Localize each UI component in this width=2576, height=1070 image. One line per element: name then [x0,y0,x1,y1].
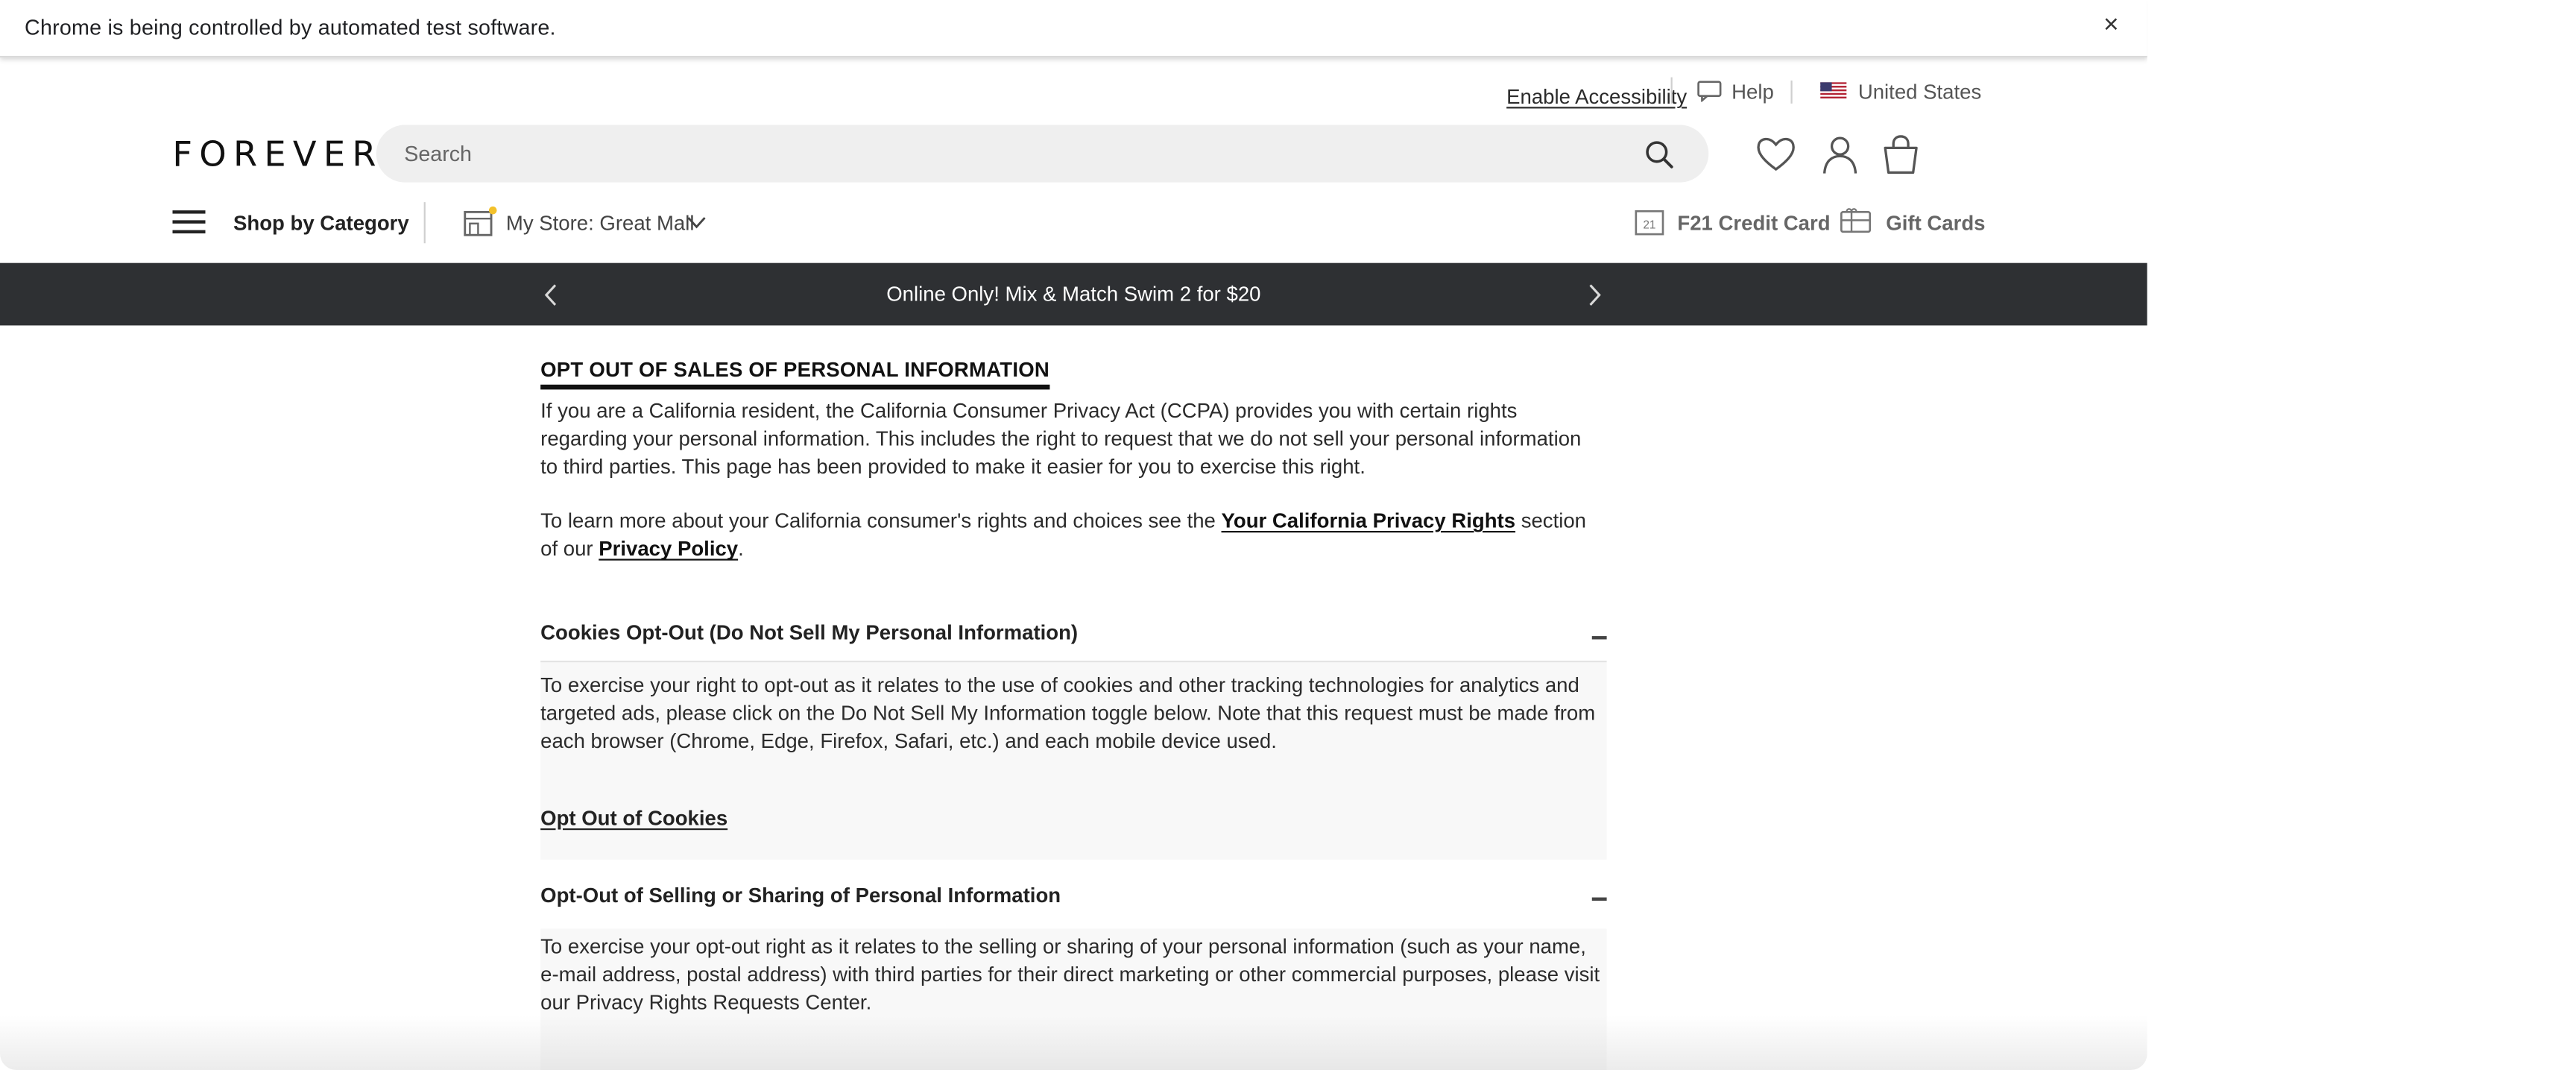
divider [423,202,426,244]
search-bar[interactable] [376,125,1709,183]
search-icon[interactable] [1644,139,1674,169]
svg-text:21: 21 [1643,218,1655,231]
search-input[interactable] [404,138,1620,170]
collapse-icon[interactable] [1591,897,1607,901]
shopping-bag-icon[interactable] [1879,133,1922,176]
divider [1790,81,1793,104]
chevron-right-icon[interactable] [1587,283,1603,307]
privacy-policy-link[interactable]: Privacy Policy [599,538,738,561]
automation-infobar: Chrome is being controlled by automated … [0,0,2147,58]
chat-bubble-icon[interactable] [1697,81,1722,102]
hamburger-menu-icon[interactable] [172,209,206,235]
page-title: OPT OUT OF SALES OF PERSONAL INFORMATION [540,359,1049,390]
us-flag-icon[interactable] [1820,82,1847,101]
divider [1670,77,1673,104]
infobar-close-button[interactable]: × [2100,10,2123,43]
my-store-selector[interactable]: My Store: Great Mall [506,212,695,235]
user-icon[interactable] [1819,133,1861,176]
chevron-down-icon[interactable] [686,215,706,230]
enable-accessibility-link[interactable]: Enable Accessibility [1506,86,1687,109]
gift-cards-link[interactable]: Gift Cards [1886,212,1985,235]
learn-more-text: To learn more about your California cons… [540,509,1222,533]
sell-share-optout-body: To exercise your opt-out right as it rel… [540,935,1600,1015]
help-link[interactable]: Help [1731,81,1774,104]
country-selector[interactable]: United States [1858,81,1981,104]
browser-viewport: Chrome is being controlled by automated … [0,0,2147,1070]
california-privacy-rights-link[interactable]: Your California Privacy Rights [1222,509,1515,532]
learn-more-paragraph: To learn more about your California cons… [540,508,1600,564]
shop-by-category-button[interactable]: Shop by Category [233,212,409,235]
intro-paragraph: If you are a California resident, the Ca… [540,399,1582,479]
opt-out-of-cookies-link[interactable]: Opt Out of Cookies [540,807,727,830]
credit-card-icon[interactable]: 21 [1635,209,1664,236]
sell-share-optout-accordion-header[interactable]: Opt-Out of Selling or Sharing of Persona… [540,884,1606,907]
page: Chrome is being controlled by automated … [0,0,2576,1070]
learn-more-text: . [738,538,744,561]
collapse-icon[interactable] [1591,636,1607,640]
automation-message: Chrome is being controlled by automated … [25,14,556,40]
promo-message[interactable]: Online Only! Mix & Match Swim 2 for $20 [0,283,2147,306]
f21-credit-card-link[interactable]: F21 Credit Card [1677,212,1830,235]
cookies-optout-body: To exercise your right to opt-out as it … [540,673,1596,754]
cookies-optout-accordion-header[interactable]: Cookies Opt-Out (Do Not Sell My Personal… [540,621,1606,644]
promo-banner: Online Only! Mix & Match Swim 2 for $20 [0,262,2147,326]
store-icon[interactable] [464,206,498,237]
gift-card-icon[interactable] [1840,207,1872,235]
heart-icon[interactable] [1755,133,1797,176]
